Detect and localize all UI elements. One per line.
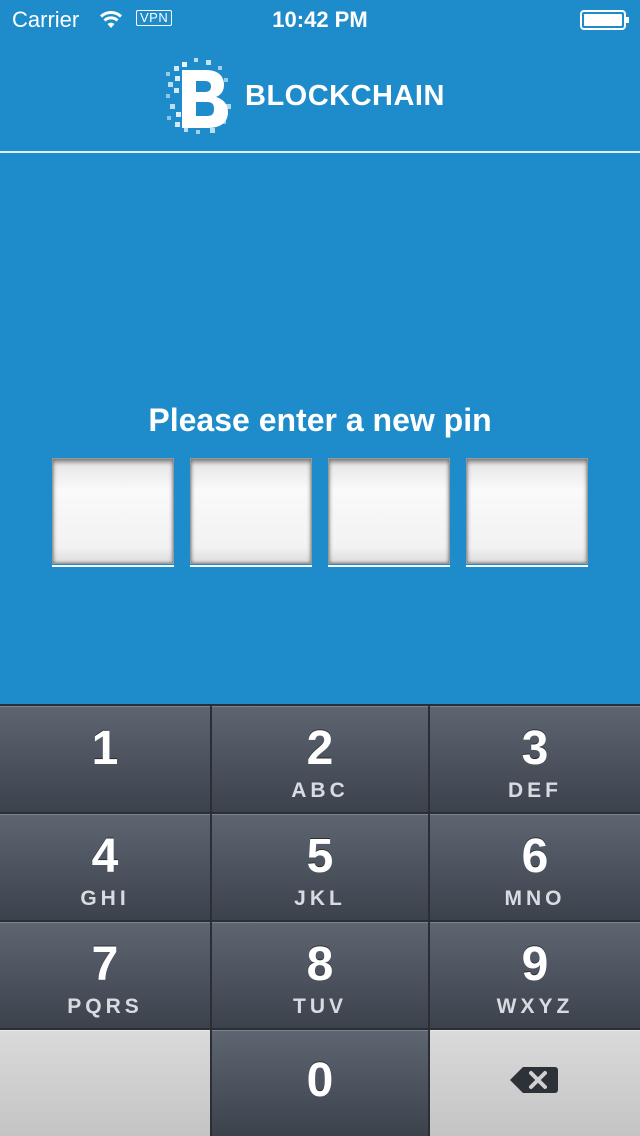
key-5[interactable]: 5 JKL [212,814,428,920]
key-digit: 2 [306,722,334,775]
key-letters: JKL [294,887,346,910]
key-digit: 7 [91,938,119,991]
key-2[interactable]: 2 ABC [212,706,428,812]
key-digit: 6 [521,830,549,883]
blockchain-logo: BLOCKCHAIN [166,58,466,134]
key-blank [0,1030,210,1136]
key-letters: PQRS [67,995,143,1018]
battery-icon [580,10,629,30]
pin-input-row[interactable] [52,458,592,567]
key-letters: MNO [504,887,566,910]
key-digit: 1 [91,722,119,775]
key-letters: TUV [293,995,347,1018]
pin-digit-box-3[interactable] [328,458,450,567]
key-digit: 8 [306,938,334,991]
key-letters: ABC [291,779,349,802]
status-bar: Carrier VPN 10:42 PM [0,0,640,40]
key-digit: 3 [521,722,549,775]
key-digit: 4 [91,830,119,883]
key-digit: 0 [306,1054,334,1107]
key-letters: WXYZ [496,995,574,1018]
backspace-icon[interactable] [509,1065,559,1095]
key-digit: 5 [306,830,334,883]
status-time: 10:42 PM [272,7,368,32]
key-9[interactable]: 9 WXYZ [430,922,640,1028]
pin-digit-box-1[interactable] [52,458,174,567]
blockchain-b-icon [166,58,231,134]
key-0[interactable]: 0 [212,1030,428,1136]
key-7[interactable]: 7 PQRS [0,922,210,1028]
key-letters: DEF [508,779,562,802]
pin-digit-box-4[interactable] [466,458,588,567]
key-3[interactable]: 3 DEF [430,706,640,812]
key-digit: 9 [521,938,549,991]
logo-wordmark: BLOCKCHAIN [245,80,445,112]
pin-digit-box-2[interactable] [190,458,312,567]
numeric-keypad: 1 2 ABC 3 DEF 4 GHI 5 JKL 6 MNO 7 PQRS 8… [0,704,640,1136]
key-8[interactable]: 8 TUV [212,922,428,1028]
key-1[interactable]: 1 [0,706,210,812]
key-4[interactable]: 4 GHI [0,814,210,920]
pin-prompt: Please enter a new pin [148,402,492,438]
header-divider [0,151,640,153]
key-6[interactable]: 6 MNO [430,814,640,920]
key-letters: GHI [80,887,130,910]
